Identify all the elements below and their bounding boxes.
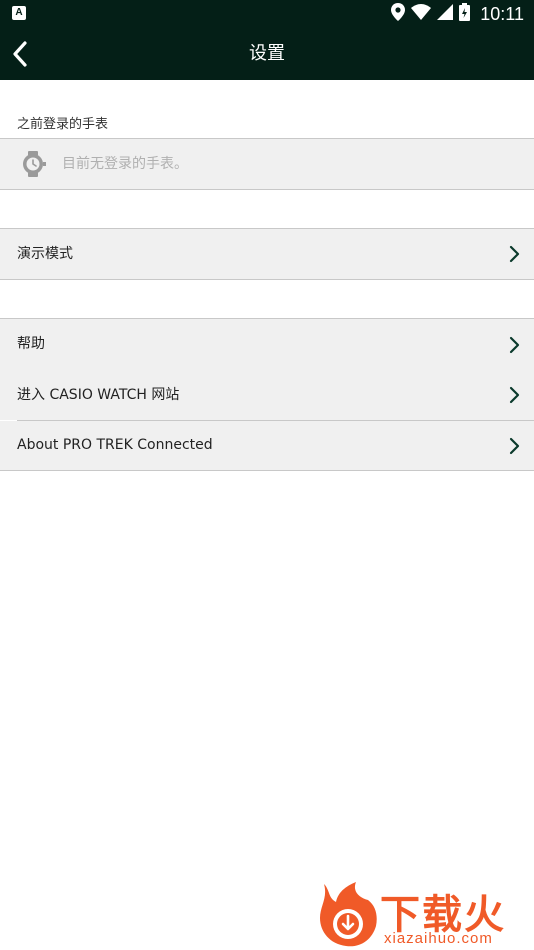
chevron-right-icon	[509, 336, 520, 353]
casio-website-label: 进入 CASIO WATCH 网站	[17, 387, 180, 403]
flame-logo-icon	[320, 882, 377, 947]
back-button[interactable]	[0, 28, 40, 80]
toolbar: 设置	[0, 28, 534, 80]
help-label: 帮助	[17, 336, 45, 352]
watermark: 下载火 xiazaihuo.com	[312, 878, 534, 950]
about-item[interactable]: About PRO TREK Connected	[0, 421, 534, 470]
divider	[0, 470, 534, 471]
watermark-url: xiazaihuo.com	[384, 930, 493, 947]
empty-watch-text: 目前无登录的手表。	[62, 156, 188, 172]
chevron-right-icon	[509, 386, 520, 404]
demo-mode-label: 演示模式	[17, 246, 73, 262]
location-icon	[391, 3, 406, 25]
chevron-right-icon	[509, 437, 520, 454]
divider	[0, 279, 534, 280]
notification-icon: A	[12, 6, 26, 20]
wifi-icon	[411, 4, 432, 24]
signal-icon	[437, 4, 454, 24]
section-header-previous-watches: 之前登录的手表	[17, 117, 109, 132]
divider	[0, 189, 534, 190]
battery-icon	[459, 3, 471, 25]
back-arrow-icon	[13, 41, 27, 67]
chevron-right-icon	[509, 245, 520, 263]
about-label: About PRO TREK Connected	[17, 437, 213, 453]
status-bar: A 10:11	[0, 0, 534, 28]
previous-watch-empty-row: 目前无登录的手表。	[0, 139, 534, 189]
demo-mode-item[interactable]: 演示模式	[0, 229, 534, 279]
page-title: 设置	[249, 43, 285, 64]
casio-website-item[interactable]: 进入 CASIO WATCH 网站	[0, 370, 534, 420]
status-icons: 10:11	[391, 2, 524, 26]
clock: 10:11	[480, 3, 524, 24]
watch-icon	[23, 151, 46, 177]
help-item[interactable]: 帮助	[0, 319, 534, 370]
